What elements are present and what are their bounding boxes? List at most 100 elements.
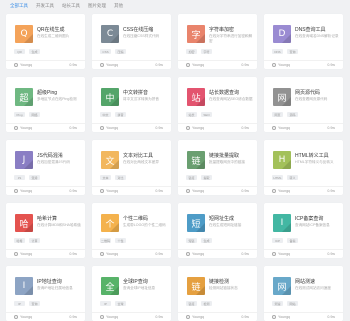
tool-card[interactable]: J JS代码混淆 在线加密混淆JS代码 JS 混淆 Youngq 0.9w [6, 140, 85, 195]
tool-tag[interactable]: 对比 [115, 175, 126, 180]
tool-card[interactable]: C CSS在线压缩 在线压缩CSS样式代码 CSS 压缩 Youngq 0.9w [92, 14, 171, 69]
tool-card[interactable]: 文 文本对比工具 在线对比两段文本差异 文本 对比 Youngq 0.9w [92, 140, 171, 195]
view-count: 0.9w [241, 315, 249, 319]
tool-tag[interactable]: 链接 [186, 175, 197, 180]
tool-card[interactable]: 站 站长数据查询 在线查询网站SEO综合数据 站长 SEO Youngq 0.9w [178, 77, 257, 132]
tool-description: 在线生成二维码图片 [37, 34, 70, 38]
filter-tab[interactable]: 开发工具 [36, 3, 54, 9]
tool-title[interactable]: DNS查询工具 [295, 26, 326, 33]
author: Youngq [272, 63, 290, 67]
card-footer: Youngq 0.9w [264, 60, 343, 69]
tool-card[interactable]: 中 中文转拼音 将中文汉字转换为拼音 中文 拼音 Youngq 0.9w [92, 77, 171, 132]
tool-title[interactable]: 中文转拼音 [123, 89, 148, 96]
user-icon [186, 252, 190, 256]
tool-tag[interactable]: 转义 [287, 175, 298, 180]
tool-tag[interactable]: 文本 [100, 175, 111, 180]
tool-tag[interactable]: 站长 [186, 112, 197, 117]
tool-icon: Q [15, 25, 33, 43]
tool-title[interactable]: 全球IP查询 [123, 278, 148, 285]
tool-card[interactable]: 超 超级Ping 多地区节点在线Ping检测 Ping 网络 Youngq 0.9w [6, 77, 85, 132]
tool-tag[interactable]: IP [100, 301, 111, 306]
tool-card[interactable]: 个个性二维码 生成带LOGO的个性二维码 二维码 个性 Youngq 0.9w [92, 203, 171, 258]
tool-title[interactable]: 网页源代码 [295, 89, 320, 96]
tool-tag[interactable]: 字符 [201, 49, 212, 54]
tool-title[interactable]: 个性二维码 [123, 215, 148, 222]
tool-title[interactable]: 站长数据查询 [209, 89, 239, 96]
tool-title[interactable]: JS代码混淆 [37, 152, 63, 159]
filter-tab[interactable]: 站长工具 [62, 3, 80, 9]
tool-tag[interactable]: 生成 [201, 238, 212, 243]
tool-card[interactable]: 短 短网址生成 在线生成短网址链接 短链 生成 Youngq 0.9w [178, 203, 257, 258]
tool-tag[interactable]: 查询 [287, 49, 298, 54]
tool-title[interactable]: ICP备案查询 [295, 215, 323, 222]
tool-tag[interactable]: 压缩 [115, 49, 126, 54]
tool-title[interactable]: QR在线生成 [37, 26, 65, 33]
tool-tag[interactable]: 二维码 [100, 238, 111, 243]
author: Youngq [186, 126, 204, 130]
tool-description: 在线对比两段文本差异 [123, 160, 159, 164]
tool-card[interactable]: 网网站测速 在线测试网站访问速度 测速 网站 Youngq 0.9w [264, 266, 343, 321]
tool-tag[interactable]: 链接 [186, 301, 197, 306]
filter-tab[interactable]: 图片处理 [88, 3, 106, 9]
tool-description: 在线查看网页源代码 [295, 97, 328, 101]
filter-tab[interactable]: 全部工具 [10, 3, 28, 9]
tool-tag[interactable]: 混淆 [29, 175, 40, 180]
tool-card[interactable]: H HTML转义工具 HTML字符转义与反转义 HTML 转义 Youngq 0.9w [264, 140, 343, 195]
tool-title[interactable]: 文本对比工具 [123, 152, 153, 159]
author-name: Youngq [106, 63, 119, 67]
tool-tag[interactable]: IP [14, 301, 25, 306]
tool-tag[interactable]: 提取 [201, 175, 212, 180]
tool-title[interactable]: 网站测速 [295, 278, 315, 285]
tool-tag[interactable]: 全球 [115, 301, 126, 306]
author: Youngq [100, 126, 118, 130]
tool-tag[interactable]: 网页 [272, 112, 283, 117]
tool-title[interactable]: HTML转义工具 [295, 152, 329, 159]
author: Youngq [186, 63, 204, 67]
tool-tag[interactable]: HTML [272, 175, 283, 180]
tool-tag[interactable]: JS [14, 175, 25, 180]
tool-icon: 中 [101, 88, 119, 106]
tool-card[interactable]: I IP地址查询 查询IP地址归属地信息 IP 查询 Youngq 0.9w [6, 266, 85, 321]
filter-tab[interactable]: 其他 [114, 3, 123, 9]
tool-tag[interactable]: 源码 [287, 112, 298, 117]
tool-tag[interactable]: 加密 [186, 49, 197, 54]
tool-tag[interactable]: ICP [272, 238, 283, 243]
tool-title[interactable]: 超级Ping [37, 89, 57, 96]
tool-card[interactable]: 哈哈希计算 在线计算MD5和SHA哈希值 哈希 计算 Youngq 0.9w [6, 203, 85, 258]
tool-card[interactable]: 链 链接批量提取 批量提取网页中的链接 链接 提取 Youngq 0.9w [178, 140, 257, 195]
tool-card[interactable]: Q QR在线生成 在线生成二维码图片 QR 生成 Youngq 0.9w [6, 14, 85, 69]
tool-tag[interactable]: 备案 [287, 238, 298, 243]
tool-tag[interactable]: 生成 [29, 49, 40, 54]
card-footer: Youngq 0.9w [92, 60, 171, 69]
tool-title[interactable]: 链接批量提取 [209, 152, 239, 159]
tool-description: 多地区节点在线Ping检测 [37, 97, 77, 101]
tool-card[interactable]: I ICP备案查询 查询网站ICP备案信息 ICP 备案 Youngq 0.9w [264, 203, 343, 258]
tool-tag[interactable]: 中文 [100, 112, 111, 117]
tool-tag[interactable]: DNS [272, 49, 283, 54]
tool-title[interactable]: 字符串加密 [209, 26, 234, 33]
tool-tag[interactable]: SEO [201, 112, 212, 117]
tool-tag[interactable]: 个性 [115, 238, 126, 243]
tool-tag[interactable]: 拼音 [115, 112, 126, 117]
tool-tag[interactable]: 测速 [272, 301, 283, 306]
tool-tag[interactable]: 短链 [186, 238, 197, 243]
tool-card[interactable]: 链链接检测 检测网站链接状态 链接 检测 Youngq 0.9w [178, 266, 257, 321]
tool-title[interactable]: IP地址查询 [37, 278, 62, 285]
tool-tag[interactable]: 检测 [201, 301, 212, 306]
tool-card[interactable]: 网 网页源代码 在线查看网页源代码 网页 源码 Youngq 0.9w [264, 77, 343, 132]
tool-tag[interactable]: QR [14, 49, 25, 54]
tool-tag[interactable]: 查询 [29, 301, 40, 306]
tool-title[interactable]: CSS在线压缩 [123, 26, 153, 33]
tool-title[interactable]: 短网址生成 [209, 215, 234, 222]
tool-tag[interactable]: CSS [100, 49, 111, 54]
tool-card[interactable]: D DNS查询工具 在线查询域名DNS解析记录 DNS 查询 Youngq 0.9w [264, 14, 343, 69]
tool-card[interactable]: 字 字符串加密 在线对字符串进行加密和解密 加密 字符 Youngq 0.9w [178, 14, 257, 69]
tool-tag[interactable]: Ping [14, 112, 25, 117]
tool-tag[interactable]: 哈希 [14, 238, 25, 243]
tool-tag[interactable]: 网站 [287, 301, 298, 306]
tool-tag[interactable]: 网络 [29, 112, 40, 117]
tool-title[interactable]: 哈希计算 [37, 215, 57, 222]
tool-card[interactable]: 全 全球IP查询 查询全球IP地址信息 IP 全球 Youngq 0.9w [92, 266, 171, 321]
tool-tag[interactable]: 计算 [29, 238, 40, 243]
tool-title[interactable]: 链接检测 [209, 278, 229, 285]
